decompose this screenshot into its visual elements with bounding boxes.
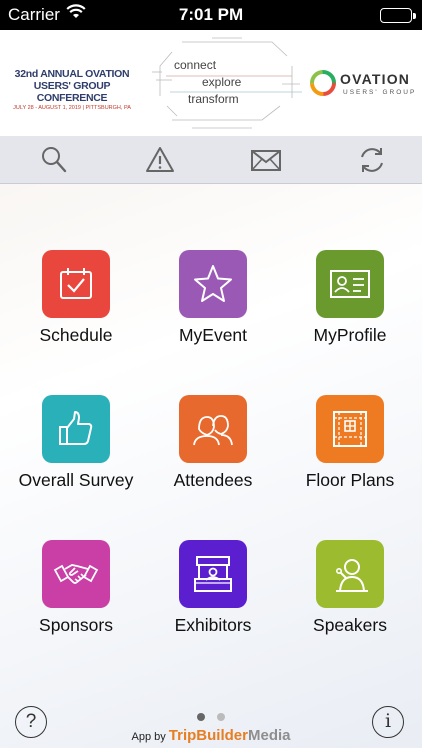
- tile-label: Exhibitors: [174, 615, 252, 635]
- id-card-icon: [316, 250, 384, 318]
- tile-label: Speakers: [313, 615, 387, 635]
- conference-banner: 32nd ANNUAL OVATION USERS' GROUP CONFERE…: [0, 30, 422, 136]
- tile-myprofile[interactable]: MyProfile: [280, 250, 420, 346]
- sync-icon[interactable]: [356, 144, 388, 176]
- tile-label: Sponsors: [39, 615, 113, 635]
- tile-floor-plans[interactable]: Floor Plans: [280, 395, 420, 491]
- floor-plan-icon: [316, 395, 384, 463]
- tagline-graphic: connect explore transform: [152, 36, 302, 130]
- tile-speakers[interactable]: Speakers: [280, 540, 420, 636]
- app-credit: App by TripBuilderMedia: [0, 727, 422, 744]
- credit-prefix: App by: [131, 731, 166, 743]
- tagline-word-1: connect: [174, 58, 217, 72]
- mail-icon[interactable]: [250, 144, 282, 176]
- tile-label: Overall Survey: [18, 470, 134, 490]
- conference-dates: JULY 28 - AUGUST 1, 2019 | PITTSBURGH, P…: [13, 105, 131, 111]
- brand-part-1: TripBuilder: [168, 727, 248, 744]
- battery-icon: [380, 8, 416, 23]
- ovation-logo: OVATION USERS' GROUP: [308, 68, 418, 100]
- calendar-icon: [42, 250, 110, 318]
- toolbar: [0, 136, 422, 184]
- speaker-icon: [316, 540, 384, 608]
- tile-label: Schedule: [39, 325, 113, 345]
- tagline-word-3: transform: [188, 92, 239, 106]
- tile-schedule[interactable]: Schedule: [6, 250, 146, 346]
- people-icon: [179, 395, 247, 463]
- tile-attendees[interactable]: Attendees: [143, 395, 283, 491]
- thumbs-up-icon: [42, 395, 110, 463]
- ovation-brand-name: OVATION: [340, 71, 411, 87]
- clock: 7:01 PM: [178, 5, 244, 24]
- handshake-icon: [42, 540, 110, 608]
- tile-label: Attendees: [173, 470, 253, 490]
- search-icon[interactable]: [38, 144, 70, 176]
- page-indicator[interactable]: [0, 708, 422, 726]
- tagline-word-2: explore: [202, 75, 242, 89]
- tile-sponsors[interactable]: Sponsors: [6, 540, 146, 636]
- status-bar: Carrier 7:01 PM: [0, 0, 422, 30]
- ovation-brand-sub: USERS' GROUP: [343, 89, 417, 96]
- conference-line-1: 32nd ANNUAL OVATION: [14, 68, 130, 80]
- conference-title: 32nd ANNUAL OVATION USERS' GROUP CONFERE…: [8, 68, 136, 111]
- conference-line-2: USERS' GROUP CONFERENCE: [33, 80, 111, 104]
- ovation-ring-icon: [310, 70, 336, 96]
- tile-overall-survey[interactable]: Overall Survey: [6, 395, 146, 491]
- tile-label: MyEvent: [178, 325, 248, 345]
- brand-part-2: Media: [247, 727, 291, 744]
- page-dot[interactable]: [217, 713, 225, 721]
- alert-icon[interactable]: [144, 144, 176, 176]
- tile-myevent[interactable]: MyEvent: [143, 250, 283, 346]
- tile-label: Floor Plans: [305, 470, 395, 490]
- star-icon: [179, 250, 247, 318]
- booth-icon: [179, 540, 247, 608]
- page-dot-active[interactable]: [197, 713, 205, 721]
- tile-label: MyProfile: [313, 325, 387, 345]
- tile-exhibitors[interactable]: Exhibitors: [143, 540, 283, 636]
